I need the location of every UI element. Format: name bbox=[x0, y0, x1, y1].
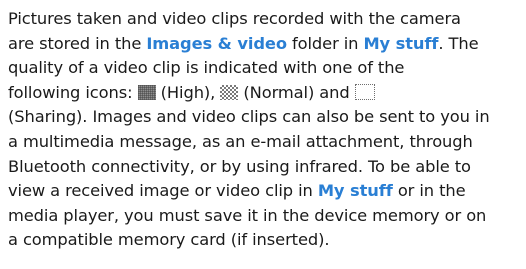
my-stuff-menu-name: My stuff bbox=[317, 181, 393, 201]
video-quality-normal-icon bbox=[220, 84, 239, 100]
text-segment: a compatible memory card (if inserted). bbox=[8, 230, 330, 250]
text-line-9: media player, you must save it in the de… bbox=[8, 204, 524, 229]
text-line-1: Pictures taken and video clips recorded … bbox=[8, 7, 524, 32]
text-segment: Pictures taken and video clips recorded … bbox=[8, 9, 461, 28]
video-quality-sharing-icon bbox=[354, 83, 375, 100]
manual-paragraph: Pictures taken and video clips recorded … bbox=[8, 7, 524, 253]
text-segment: media player, you must save it in the de… bbox=[8, 205, 487, 225]
text-line-5: (Sharing). Images and video clips can al… bbox=[8, 105, 524, 130]
text-segment: Bluetooth connectivity, or by using infr… bbox=[8, 156, 471, 176]
text-segment: (Normal) and bbox=[238, 82, 355, 102]
text-segment: view a received image or video clip in bbox=[8, 181, 318, 201]
text-segment: (Sharing). Images and video clips can al… bbox=[8, 107, 490, 127]
text-segment: (High), bbox=[155, 82, 221, 102]
text-line-8: view a received image or video clip in M… bbox=[8, 179, 524, 204]
text-line-2: are stored in the Images & video folder … bbox=[8, 32, 524, 57]
text-segment: are stored in the bbox=[8, 33, 147, 53]
text-segment: . The bbox=[438, 33, 479, 53]
video-quality-high-icon bbox=[137, 84, 156, 100]
images-video-folder-name: Images & video bbox=[146, 33, 287, 53]
text-segment: following icons: bbox=[8, 82, 138, 102]
text-line-10: a compatible memory card (if inserted). bbox=[8, 228, 524, 253]
text-line-3: quality of a video clip is indicated wit… bbox=[8, 56, 524, 81]
text-segment: a multimedia message, as an e-mail attac… bbox=[8, 131, 473, 151]
text-segment: or in the bbox=[392, 181, 466, 201]
text-line-4: following icons: (High), (Normal) and bbox=[8, 81, 524, 106]
text-segment: folder in bbox=[286, 33, 364, 53]
text-line-6: a multimedia message, as an e-mail attac… bbox=[8, 130, 524, 155]
my-stuff-menu-name: My stuff bbox=[363, 33, 439, 53]
text-segment: quality of a video clip is indicated wit… bbox=[8, 58, 405, 78]
text-line-7: Bluetooth connectivity, or by using infr… bbox=[8, 155, 524, 180]
